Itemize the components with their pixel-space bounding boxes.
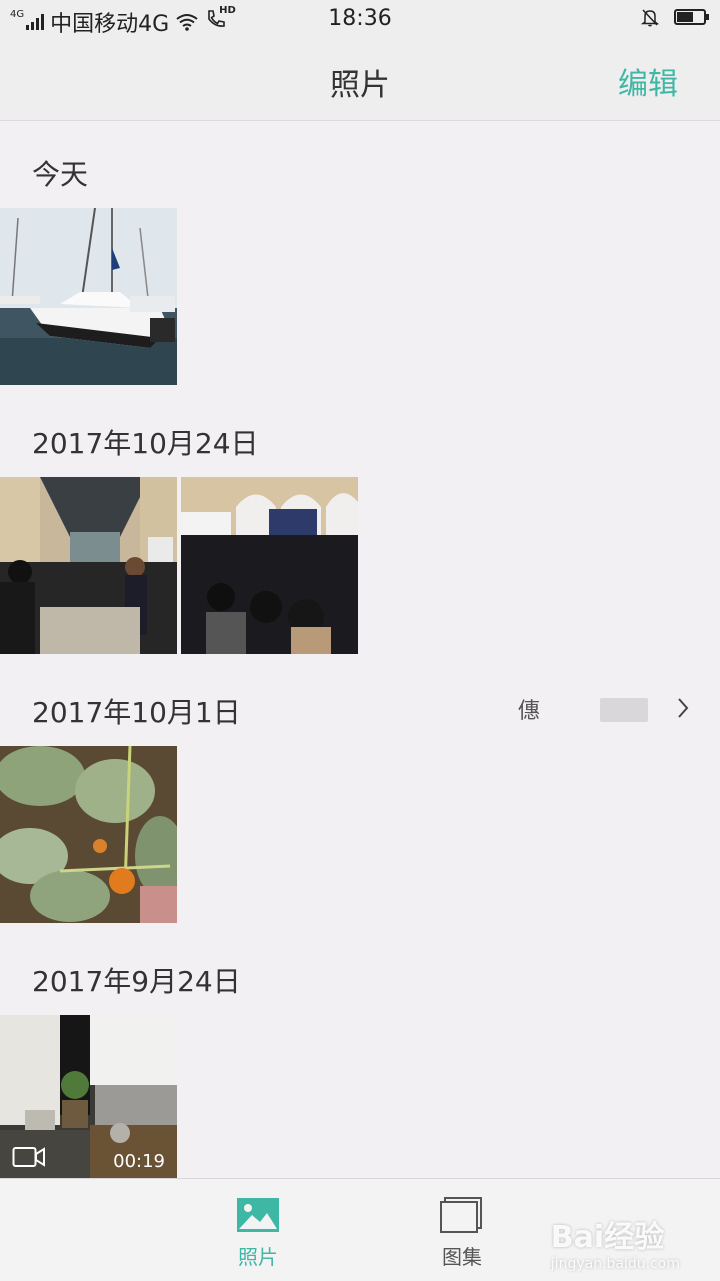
photo-image	[0, 208, 177, 385]
section-date-today: 今天	[32, 158, 89, 191]
section-date-oct24: 2017年10月24日	[32, 427, 259, 460]
video-camera-icon	[12, 1147, 45, 1167]
photo-thumbnail-boat[interactable]	[0, 208, 177, 385]
tab-albums[interactable]: 图集	[402, 1197, 522, 1270]
photo-image	[0, 746, 177, 923]
tab-albums-label: 图集	[442, 1245, 482, 1269]
watermark-url: jingyan.baidu.com	[550, 1256, 680, 1272]
photo-image	[0, 477, 177, 654]
albums-icon	[440, 1197, 482, 1233]
tab-photos[interactable]: 照片	[198, 1197, 318, 1270]
clock: 18:36	[328, 6, 392, 31]
video-duration: 00:19	[113, 1151, 165, 1172]
top-navigation-bar: 照片 编辑	[0, 40, 720, 121]
section-date-oct1: 2017年10月1日	[32, 696, 241, 729]
tab-photos-label: 照片	[238, 1245, 278, 1269]
status-bar: 4G 中国移动4G HD 18:36	[0, 0, 720, 40]
location-label[interactable]: 僡	[518, 693, 540, 725]
photo-thumbnail-crowd-gallery[interactable]	[181, 477, 358, 654]
video-thumbnail-room[interactable]: 00:19	[0, 1015, 177, 1178]
photos-icon	[237, 1198, 279, 1232]
photo-thumbnail-crowd-hall[interactable]	[0, 477, 177, 654]
photo-thumbnail-pumpkin[interactable]	[0, 746, 177, 923]
photo-image	[181, 477, 358, 654]
mute-bell-icon	[640, 9, 660, 27]
watermark: Bai经验 jingyan.baidu.com	[551, 1212, 680, 1272]
page-title: 照片	[330, 68, 390, 103]
edit-button[interactable]: 编辑	[618, 59, 678, 103]
chevron-right-icon[interactable]	[676, 696, 690, 720]
section-date-sep24: 2017年9月24日	[32, 965, 241, 998]
watermark-brand: Bai经验	[550, 1220, 665, 1255]
battery-level	[677, 12, 693, 22]
battery-icon	[674, 9, 709, 25]
location-redacted	[600, 698, 648, 722]
